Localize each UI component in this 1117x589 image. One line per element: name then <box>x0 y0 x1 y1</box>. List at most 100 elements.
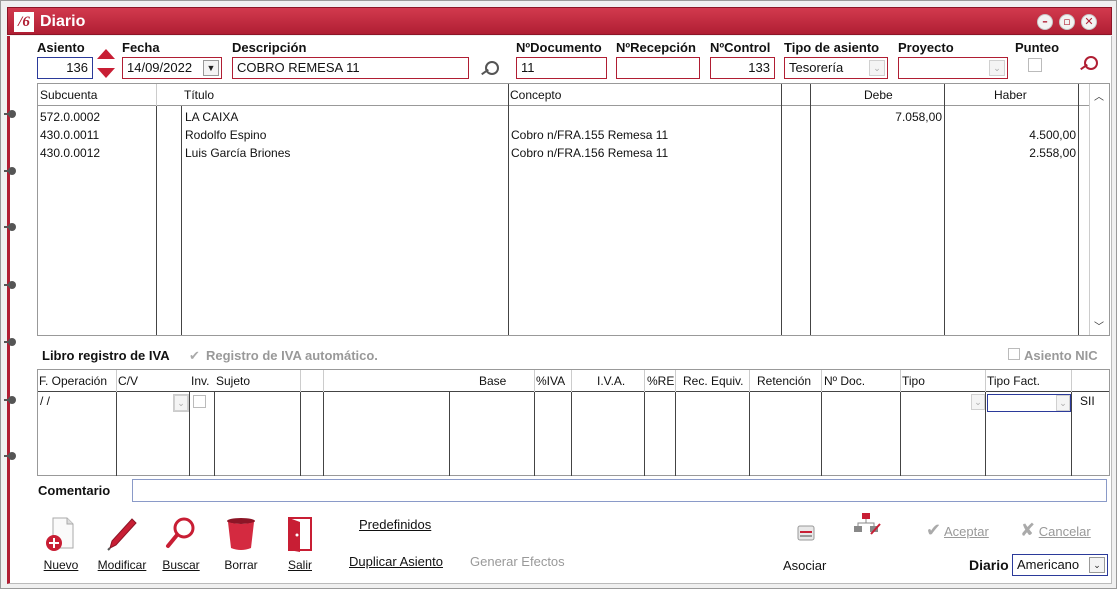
iva-grid-header: F. Operación C/V Inv. Sujeto Base %IVA I… <box>38 370 1109 392</box>
header-divider <box>644 370 645 392</box>
inv-checkbox[interactable] <box>193 395 206 408</box>
cell-haber: 2.558,00 <box>1029 146 1076 160</box>
modificar-label: Modificar <box>97 558 147 572</box>
ncontrol-input[interactable]: 133 <box>710 57 775 79</box>
exit-door-icon <box>284 516 316 552</box>
cv-select[interactable]: ⌄ <box>173 394 189 412</box>
spin-down-icon[interactable] <box>97 68 115 78</box>
column-divider <box>1071 392 1072 476</box>
restore-icon[interactable]: ▫ <box>1059 14 1075 30</box>
tipo-fact-select[interactable]: ⌄ <box>987 394 1071 412</box>
chevron-down-icon[interactable]: ⌄ <box>989 60 1005 76</box>
borrar-label: Borrar <box>224 558 258 572</box>
ncontrol-label: NºControl <box>710 40 771 55</box>
cell-haber: 4.500,00 <box>1029 128 1076 142</box>
asociar-button[interactable]: Asociar <box>783 558 826 573</box>
iva-fecha-cell[interactable]: / / <box>40 394 50 408</box>
trash-icon <box>225 516 257 552</box>
column-divider <box>534 392 535 476</box>
chevron-down-icon[interactable]: ⌄ <box>1089 557 1105 573</box>
col-rec-equiv[interactable]: Rec. Equiv. <box>683 374 743 388</box>
col-inv[interactable]: Inv. <box>191 374 209 388</box>
scroll-down-icon[interactable]: ﹀ <box>1094 318 1104 333</box>
network-edit-icon[interactable] <box>853 512 881 536</box>
tipo-asiento-select[interactable]: Tesorería ⌄ <box>784 57 888 79</box>
col-concepto[interactable]: Concepto <box>510 88 561 102</box>
col-subcuenta[interactable]: Subcuenta <box>40 88 97 102</box>
table-row[interactable]: 430.0.0011 Rodolfo Espino Cobro n/FRA.15… <box>38 126 1078 144</box>
binder-ring-icon <box>4 338 18 346</box>
spin-up-icon[interactable] <box>97 49 115 59</box>
binder-ring-icon <box>4 223 18 231</box>
descripcion-input[interactable]: COBRO REMESA 11 <box>232 57 469 79</box>
col-re-pct[interactable]: %RE <box>647 374 674 388</box>
header-divider <box>675 370 676 392</box>
aceptar-label: Aceptar <box>944 524 989 539</box>
col-tipo[interactable]: Tipo <box>902 374 925 388</box>
chevron-down-icon[interactable]: ⌄ <box>971 394 985 410</box>
iva-bar: Libro registro de IVA ✔ Registro de IVA … <box>37 343 1110 367</box>
col-cv[interactable]: C/V <box>118 374 138 388</box>
table-row[interactable]: 430.0.0012 Luis García Briones Cobro n/F… <box>38 144 1078 162</box>
predefinidos-link[interactable]: Predefinidos <box>359 517 431 532</box>
col-iva-pct[interactable]: %IVA <box>536 374 565 388</box>
nrecepcion-label: NºRecepción <box>616 40 696 55</box>
col-f-operacion[interactable]: F. Operación <box>39 374 107 388</box>
chevron-down-icon[interactable]: ⌄ <box>1056 395 1070 411</box>
duplicar-asiento-link[interactable]: Duplicar Asiento <box>349 554 443 569</box>
col-haber[interactable]: Haber <box>994 88 1027 102</box>
zoom-search-icon[interactable] <box>1078 55 1100 71</box>
ndocumento-label: NºDocumento <box>516 40 602 55</box>
col-iva[interactable]: I.V.A. <box>597 374 625 388</box>
binder-ring-icon <box>4 110 18 118</box>
minimize-icon[interactable]: – <box>1037 14 1053 30</box>
col-base[interactable]: Base <box>479 374 506 388</box>
ndocumento-input[interactable]: 11 <box>516 57 607 79</box>
fecha-value: 14/09/2022 <box>127 60 193 75</box>
title-bar[interactable]: /6 Diario – ▫ ✕ <box>7 7 1112 35</box>
diario-value: Americano <box>1017 557 1080 572</box>
col-sujeto[interactable]: Sujeto <box>216 374 250 388</box>
asiento-input[interactable]: 136 <box>37 57 93 79</box>
chevron-down-icon[interactable]: ⌄ <box>869 60 885 76</box>
comentario-label: Comentario <box>38 483 111 498</box>
chevron-down-icon[interactable]: ▼ <box>203 60 219 76</box>
col-tipo-fact[interactable]: Tipo Fact. <box>987 374 1040 388</box>
binder-ring-icon <box>4 452 18 460</box>
proyecto-select[interactable]: ⌄ <box>898 57 1008 79</box>
nuevo-label: Nuevo <box>43 558 79 572</box>
iva-grid[interactable]: F. Operación C/V Inv. Sujeto Base %IVA I… <box>37 369 1110 476</box>
nrecepcion-input[interactable] <box>616 57 700 79</box>
binder-ring-icon <box>4 281 18 289</box>
search-icon[interactable] <box>479 60 501 76</box>
col-ndoc[interactable]: Nº Doc. <box>824 374 865 388</box>
column-divider <box>449 392 450 476</box>
column-divider <box>900 392 901 476</box>
punteo-checkbox[interactable] <box>1028 58 1042 72</box>
scroll-up-icon[interactable]: ︿ <box>1094 88 1104 103</box>
asiento-nic-checkbox[interactable] <box>1008 348 1020 360</box>
cell-titulo: Luis García Briones <box>185 146 291 160</box>
grid-scrollbar[interactable]: ︿ ﹀ <box>1089 84 1109 335</box>
diario-select[interactable]: Americano ⌄ <box>1012 554 1108 576</box>
check-icon[interactable]: ✔ <box>189 348 200 364</box>
col-titulo[interactable]: Título <box>184 88 214 102</box>
database-icon[interactable] <box>797 524 815 541</box>
column-divider <box>749 392 750 476</box>
column-divider <box>571 392 572 476</box>
fecha-input[interactable]: 14/09/2022 ▼ <box>122 57 222 79</box>
col-retencion[interactable]: Retención <box>757 374 811 388</box>
magnifier-icon <box>165 516 197 552</box>
cell-debe: 7.058,00 <box>895 110 942 124</box>
column-divider <box>116 392 117 476</box>
tipo-select[interactable]: ⌄ <box>971 394 985 412</box>
comentario-input[interactable] <box>132 479 1107 502</box>
sii-cell[interactable]: SII <box>1080 394 1095 408</box>
entries-grid[interactable]: Subcuenta Título Concepto Debe Haber 572… <box>37 83 1110 336</box>
col-debe[interactable]: Debe <box>864 88 893 102</box>
close-icon[interactable]: ✕ <box>1081 14 1097 30</box>
table-row[interactable]: 572.0.0002 LA CAIXA 7.058,00 <box>38 108 1078 126</box>
chevron-down-icon[interactable]: ⌄ <box>174 395 188 411</box>
column-divider <box>1078 84 1079 335</box>
header-divider <box>156 84 157 106</box>
